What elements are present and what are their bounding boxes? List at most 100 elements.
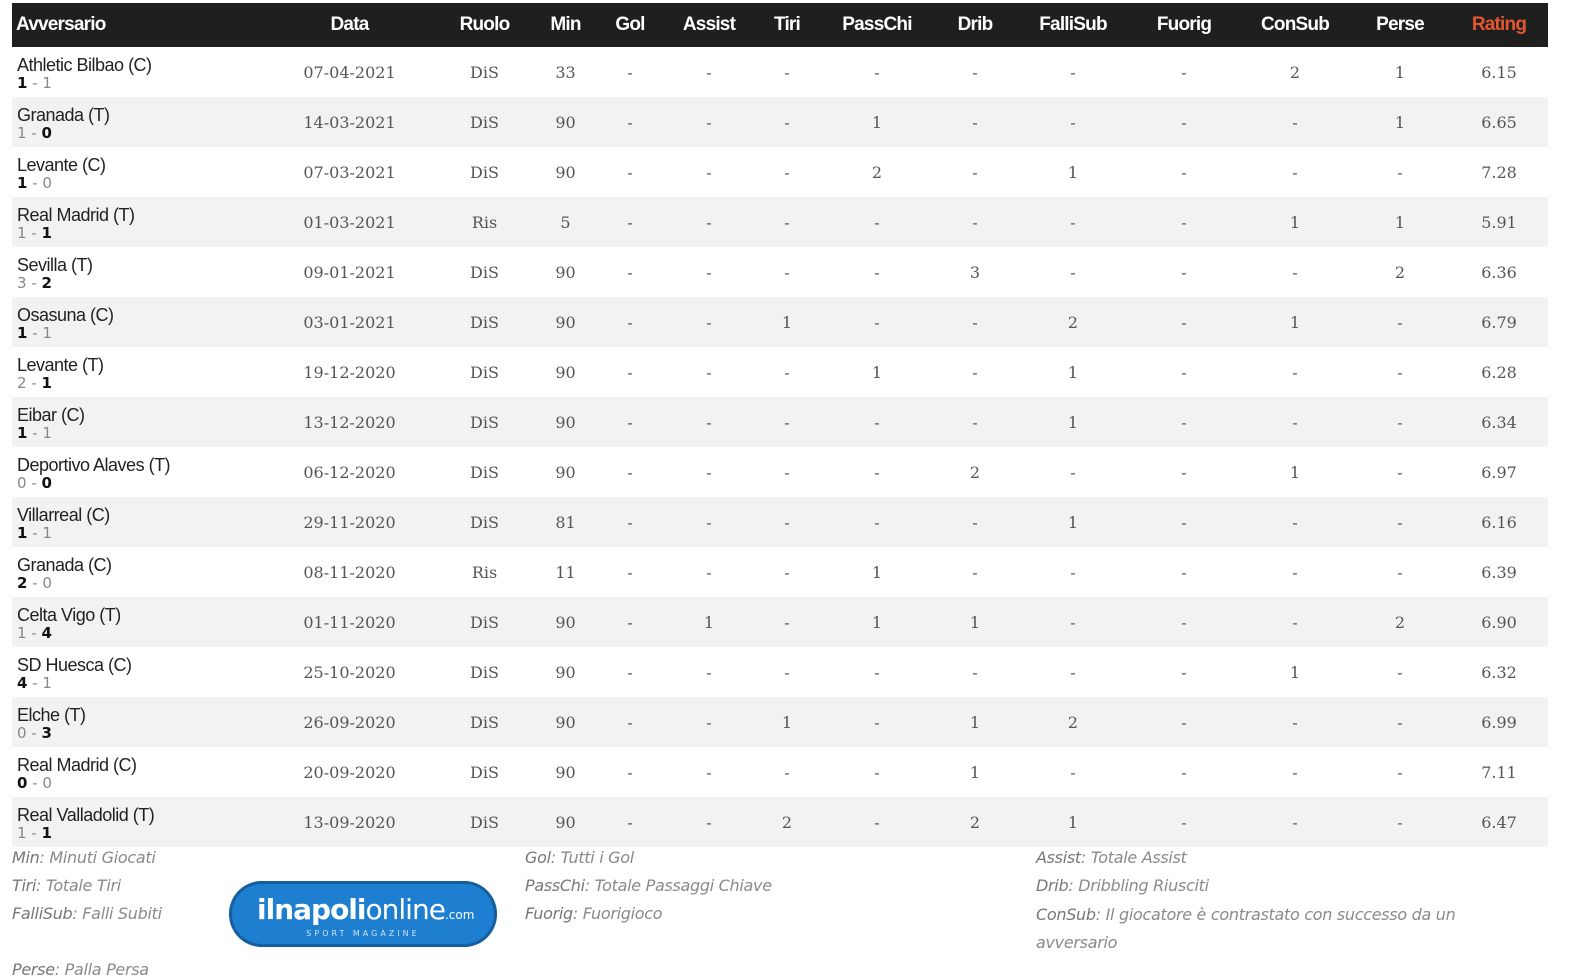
column-header-ruolo[interactable]: Ruolo <box>432 3 537 47</box>
cell-ruolo: DiS <box>470 512 499 532</box>
cell-fuorig: - <box>1181 662 1187 682</box>
cell-consub: 1 <box>1289 462 1301 482</box>
column-header-fallisub[interactable]: FalliSub <box>1018 3 1128 47</box>
column-header-rating[interactable]: Rating <box>1450 3 1548 47</box>
cell-data: 08-11-2020 <box>303 562 396 582</box>
cell-fallisub: - <box>1070 762 1076 782</box>
opponent-cell: Levante (T) 2 - 1 <box>12 347 267 397</box>
legend-value: : Totale Tiri <box>36 876 121 895</box>
cell-drib: 2 <box>969 812 981 832</box>
cell-assist: - <box>706 62 712 82</box>
opponent-name: Deportivo Alaves (T) <box>17 455 171 475</box>
cell-perse: - <box>1397 162 1403 182</box>
column-header-perse[interactable]: Perse <box>1350 3 1450 47</box>
cell-min: 33 <box>555 62 576 82</box>
cell-perse: - <box>1397 362 1403 382</box>
cell-assist: - <box>706 512 712 532</box>
cell-data: 25-10-2020 <box>303 662 396 682</box>
cell-fallisub: 1 <box>1067 812 1079 832</box>
cell-drib: 1 <box>969 762 981 782</box>
score-separator: - <box>27 574 43 592</box>
cell-consub: - <box>1292 562 1298 582</box>
opponent-cell: Granada (C) 2 - 0 <box>12 547 267 597</box>
column-header-min[interactable]: Min <box>537 3 594 47</box>
cell-tiri: - <box>784 112 790 132</box>
match-score: 1 - 0 <box>17 175 267 191</box>
opponent-cell: Athletic Bilbao (C) 1 - 1 <box>12 47 267 97</box>
column-header-assist[interactable]: Assist <box>666 3 752 47</box>
cell-consub: 1 <box>1289 662 1301 682</box>
cell-passchi: - <box>874 312 880 332</box>
table-row: Villarreal (C) 1 - 1 29-11-2020 DiS 81- - - - -1… <box>12 497 1548 547</box>
score-away: 3 <box>41 724 52 742</box>
score-separator: - <box>27 774 43 792</box>
score-away: 1 <box>42 324 52 342</box>
cell-fallisub: - <box>1070 212 1076 232</box>
score-away: 0 <box>41 474 52 492</box>
match-stats-table: Avversario Data Ruolo Min Gol Assist Tiri PassC… <box>12 3 1548 847</box>
cell-assist: - <box>706 212 712 232</box>
cell-tiri: - <box>784 762 790 782</box>
opponent-cell: Deportivo Alaves (T) 0 - 0 <box>12 447 267 497</box>
opponent-cell: Elche (T) 0 - 3 <box>12 697 267 747</box>
cell-perse: 1 <box>1394 212 1406 232</box>
cell-rating: 6.39 <box>1481 562 1517 582</box>
cell-consub: - <box>1292 762 1298 782</box>
score-separator: - <box>26 224 42 242</box>
cell-fuorig: - <box>1181 362 1187 382</box>
cell-assist: - <box>706 412 712 432</box>
opponent-name: Granada (C) <box>17 555 112 575</box>
legend-value: : Totale Assist <box>1080 848 1187 867</box>
cell-perse: 1 <box>1394 62 1406 82</box>
cell-fallisub: - <box>1070 612 1076 632</box>
match-score: 2 - 0 <box>17 575 267 591</box>
cell-fallisub: - <box>1070 662 1076 682</box>
column-header-tiri[interactable]: Tiri <box>752 3 822 47</box>
cell-fallisub: 1 <box>1067 362 1079 382</box>
cell-assist: - <box>706 712 712 732</box>
match-score: 3 - 2 <box>17 275 267 291</box>
cell-data: 29-11-2020 <box>303 512 396 532</box>
table-row: Osasuna (C) 1 - 1 03-01-2021 DiS 90- -1- -2-1-… <box>12 297 1548 347</box>
match-stats-table-container: Avversario Data Ruolo Min Gol Assist Tiri PassC… <box>12 3 1548 847</box>
cell-consub: - <box>1292 262 1298 282</box>
column-header-gol[interactable]: Gol <box>594 3 666 47</box>
column-header-avversario[interactable]: Avversario <box>12 3 267 47</box>
column-header-fuorig[interactable]: Fuorig <box>1128 3 1240 47</box>
score-away: 1 <box>41 374 52 392</box>
logo-part: il <box>257 893 275 926</box>
column-header-consub[interactable]: ConSub <box>1240 3 1350 47</box>
cell-gol: - <box>627 762 633 782</box>
cell-passchi: 1 <box>871 362 883 382</box>
cell-data: 14-03-2021 <box>303 112 396 132</box>
column-header-passchi[interactable]: PassChi <box>822 3 932 47</box>
cell-fuorig: - <box>1181 762 1187 782</box>
cell-passchi: 2 <box>871 162 883 182</box>
cell-consub: - <box>1292 112 1298 132</box>
cell-ruolo: DiS <box>470 812 499 832</box>
cell-ruolo: DiS <box>470 362 499 382</box>
cell-ruolo: DiS <box>470 412 499 432</box>
cell-gol: - <box>627 412 633 432</box>
cell-min: 5 <box>560 212 571 232</box>
cell-ruolo: DiS <box>470 712 499 732</box>
table-row: SD Huesca (C) 4 - 1 25-10-2020 DiS 90 - - - - - - -… <box>12 647 1548 697</box>
ilnapolionline-logo[interactable]: ilnapolionline.com SPORT MAGAZINE <box>229 881 497 947</box>
cell-consub: - <box>1292 362 1298 382</box>
cell-tiri: 2 <box>781 812 793 832</box>
table-row: Real Madrid (T) 1 - 1 01-03-2021 Ris 5- - - - - -… <box>12 197 1548 247</box>
match-score: 4 - 1 <box>17 675 267 691</box>
opponent-name: Real Madrid (T) <box>17 205 135 225</box>
cell-fuorig: - <box>1181 812 1187 832</box>
score-separator: - <box>26 274 42 292</box>
cell-assist: - <box>706 662 712 682</box>
cell-perse: - <box>1397 412 1403 432</box>
cell-assist: - <box>706 312 712 332</box>
column-header-data[interactable]: Data <box>267 3 432 47</box>
match-score: 1 - 4 <box>17 625 267 641</box>
cell-consub: - <box>1292 512 1298 532</box>
column-header-drib[interactable]: Drib <box>932 3 1018 47</box>
cell-consub: - <box>1292 812 1298 832</box>
cell-consub: 1 <box>1289 212 1301 232</box>
legend-item-fuorig: Fuorig: Fuorigioco <box>525 904 663 923</box>
